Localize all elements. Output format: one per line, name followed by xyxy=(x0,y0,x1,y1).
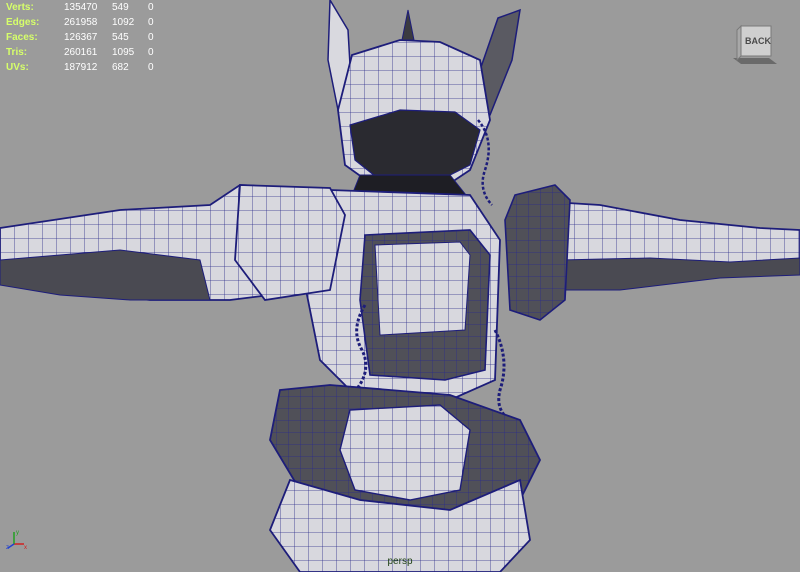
hud-extra: 0 xyxy=(148,17,154,28)
hud-total: 126367 xyxy=(64,32,98,43)
robot-model-wireframe[interactable] xyxy=(0,0,800,572)
helmet-spike xyxy=(401,9,415,41)
hud-selected: 545 xyxy=(112,32,129,43)
helmet-visor xyxy=(349,109,481,181)
view-cube-icon[interactable]: BACK xyxy=(731,22,779,66)
hud-row-faces: Faces: 126367 545 0 xyxy=(6,30,168,45)
hud-total: 261958 xyxy=(64,17,98,28)
hud-extra: 0 xyxy=(148,32,154,43)
hud-label: UVs: xyxy=(6,62,29,73)
maya-viewport[interactable]: Verts: 135470 549 0 Edges: 261958 1092 0… xyxy=(0,0,800,572)
left-forearm-shadow xyxy=(0,249,211,301)
hud-selected: 682 xyxy=(112,62,129,73)
hud-selected: 549 xyxy=(112,2,129,13)
right-arm-shadow xyxy=(559,257,800,291)
camera-name-label: persp xyxy=(387,556,413,567)
belt-pouch xyxy=(339,404,471,501)
hud-selected: 1092 xyxy=(112,17,135,28)
hud-row-tris: Tris: 260161 1095 0 xyxy=(6,45,168,60)
left-shoulder xyxy=(234,184,346,301)
axis-x-label: x xyxy=(24,545,27,550)
hud-extra: 0 xyxy=(148,47,154,58)
backpack-canister xyxy=(504,184,571,321)
hud-extra: 0 xyxy=(148,2,154,13)
hud-label: Verts: xyxy=(6,2,34,13)
chest-panel xyxy=(374,241,471,336)
axis-z-label: z xyxy=(6,545,9,550)
view-cube-label[interactable]: BACK xyxy=(745,36,771,46)
hose-lower xyxy=(493,329,511,422)
hud-row-verts: Verts: 135470 549 0 xyxy=(6,0,168,15)
hud-selected: 1095 xyxy=(112,47,135,58)
hud-total: 260161 xyxy=(64,47,98,58)
poly-count-hud: Verts: 135470 549 0 Edges: 261958 1092 0… xyxy=(6,0,168,75)
hud-row-uvs: UVs: 187912 682 0 xyxy=(6,60,168,75)
hud-label: Faces: xyxy=(6,32,38,43)
axis-gizmo-icon: x y z xyxy=(6,528,28,551)
hud-total: 187912 xyxy=(64,62,98,73)
hud-label: Edges: xyxy=(6,17,40,28)
hud-row-edges: Edges: 261958 1092 0 xyxy=(6,15,168,30)
hud-label: Tris: xyxy=(6,47,28,58)
hud-total: 135470 xyxy=(64,2,98,13)
axis-y-label: y xyxy=(16,530,19,536)
hud-extra: 0 xyxy=(148,62,154,73)
